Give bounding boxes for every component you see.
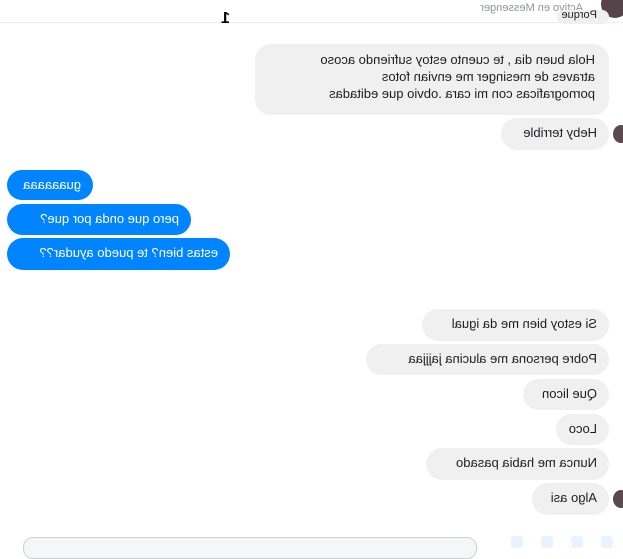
message-incoming[interactable]: Hola buen dia , te cuento estoy sufriend… [255, 44, 609, 115]
message-incoming[interactable]: Heby terrible [501, 118, 609, 150]
emoji-icon[interactable] [571, 536, 583, 548]
photo-icon[interactable] [511, 536, 523, 548]
message-input[interactable] [23, 537, 477, 559]
message-incoming[interactable]: Si estoy bien me da igual [422, 309, 609, 341]
chat-window: Activo en Messenger 1 Porque Hola buen d… [0, 0, 623, 559]
send-icon[interactable] [601, 536, 613, 548]
message-incoming[interactable]: Algo asi [532, 483, 609, 515]
gif-icon[interactable] [541, 536, 553, 548]
contact-avatar[interactable] [613, 490, 623, 508]
conversation-header: Activo en Messenger 1 [0, 0, 623, 27]
message-incoming[interactable]: Porque [557, 10, 609, 24]
contact-avatar[interactable] [613, 125, 623, 143]
message-outgoing[interactable]: pero que onda por que? [7, 204, 191, 235]
message-incoming[interactable]: Nunca me habia pasado [426, 448, 609, 480]
message-outgoing[interactable]: estas bien? te puedo ayudar?? [7, 238, 230, 270]
message-outgoing[interactable]: guaaaaaa [7, 170, 93, 200]
message-incoming[interactable]: Pobre persona me alucina jajjjaa [366, 344, 609, 375]
message-incoming[interactable]: Loco [556, 414, 609, 445]
message-incoming[interactable]: Que licon [523, 379, 609, 410]
unread-counter: 1 [221, 10, 230, 27]
